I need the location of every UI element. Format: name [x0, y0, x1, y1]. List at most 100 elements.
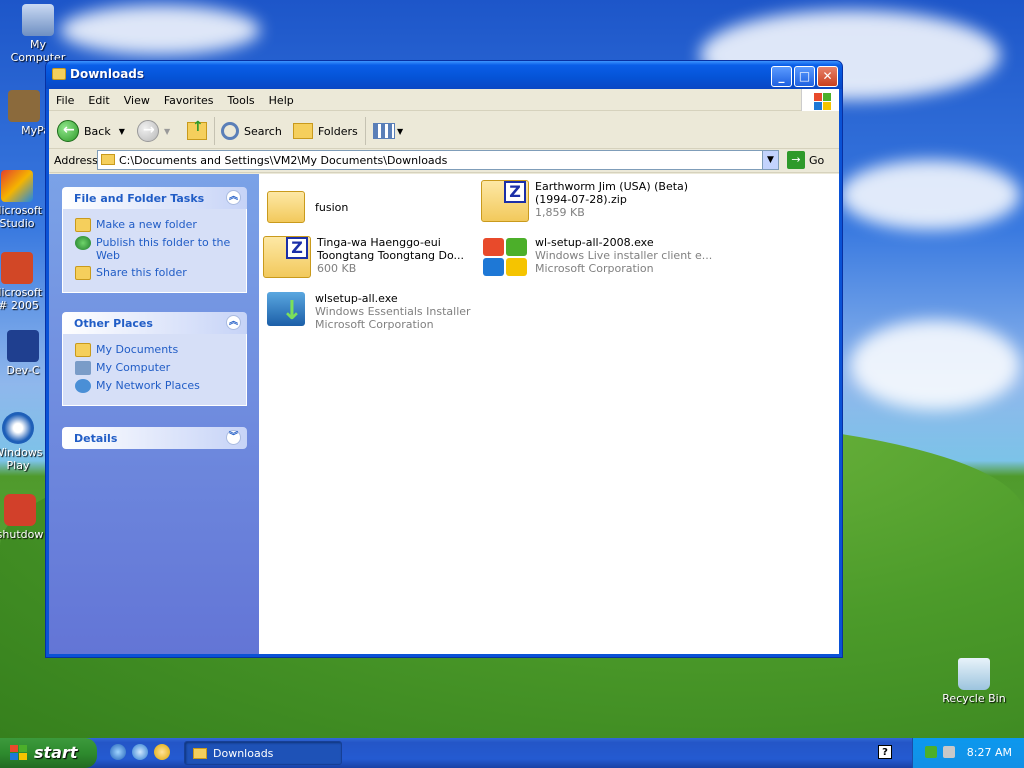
search-icon — [221, 122, 239, 140]
minimize-button[interactable]: _ — [771, 66, 792, 87]
file-item-earthworm-jim[interactable]: Z Earthworm Jim (USA) (Beta) (1994-07-28… — [481, 180, 688, 222]
taskbar: start Downloads ? 8:27 AM — [0, 738, 1024, 768]
place-label: My Computer — [96, 361, 171, 374]
collapse-chevron-icon[interactable]: ︽ — [226, 315, 241, 330]
jsharp-icon — [1, 252, 33, 284]
menu-help[interactable]: Help — [262, 89, 301, 107]
new-folder-icon — [75, 218, 91, 232]
file-name: fusion — [315, 201, 349, 214]
zip-archive-icon: Z — [481, 180, 529, 222]
shutdown-icon — [4, 494, 36, 526]
address-dropdown-button[interactable]: ▼ — [762, 151, 778, 169]
start-button[interactable]: start — [0, 738, 97, 768]
task-label: Downloads — [213, 747, 274, 760]
views-dropdown-icon[interactable]: ▼ — [397, 127, 403, 136]
place-label: My Documents — [96, 343, 179, 356]
media-player-icon — [2, 412, 34, 444]
sky-cloud — [60, 5, 260, 55]
dev-cpp-icon — [7, 330, 39, 362]
clock[interactable]: 8:27 AM — [967, 746, 1012, 759]
windows-flag-icon — [10, 745, 28, 761]
safely-remove-icon[interactable] — [943, 746, 955, 758]
task-make-new-folder[interactable]: Make a new folder — [75, 218, 240, 232]
desktop-icon-my-computer[interactable]: My Computer — [2, 4, 74, 64]
address-input[interactable]: C:\Documents and Settings\VM2\My Documen… — [97, 150, 779, 170]
place-my-network[interactable]: My Network Places — [75, 379, 240, 393]
folder-icon — [101, 154, 115, 165]
folder-icon — [52, 68, 66, 80]
desktop-icon-windows-player[interactable]: Windows Play — [0, 412, 48, 472]
task-share-folder[interactable]: Share this folder — [75, 266, 240, 280]
maximize-button[interactable]: □ — [794, 66, 815, 87]
desktop-icon-ms-jsharp[interactable]: Microsoft J# 2005 — [0, 252, 48, 312]
file-text: Earthworm Jim (USA) (Beta) (1994-07-28).… — [535, 180, 688, 219]
panel-header[interactable]: File and Folder Tasks ︽ — [62, 187, 247, 209]
menu-view[interactable]: View — [117, 89, 157, 107]
back-arrow-icon — [57, 120, 79, 142]
computer-icon — [22, 4, 54, 36]
desktop-icon-ms-studio[interactable]: Microsoft Studio — [0, 170, 48, 230]
toolbar-separator — [214, 117, 215, 145]
file-item-tinga-wa[interactable]: Z Tinga-wa Haenggo-eui Toongtang Toongta… — [263, 236, 464, 278]
toolbar: Back ▼ ▼ ↑ Search Folders ▼ — [49, 111, 839, 149]
place-my-documents[interactable]: My Documents — [75, 343, 240, 357]
collapse-chevron-icon[interactable]: ︽ — [226, 190, 241, 205]
file-name-cont: (1994-07-28).zip — [535, 193, 627, 206]
views-button[interactable]: ▼ — [373, 118, 403, 144]
menu-favorites[interactable]: Favorites — [157, 89, 221, 107]
task-publish-folder[interactable]: Publish this folder to the Web — [75, 236, 240, 262]
panel-body: My Documents My Computer My Network Plac… — [62, 334, 247, 406]
desktop-icon-dev-c[interactable]: Dev-C — [0, 330, 50, 377]
search-label: Search — [244, 124, 282, 138]
my-documents-icon — [75, 343, 91, 357]
back-button[interactable]: Back ▼ — [57, 118, 125, 144]
back-dropdown-icon[interactable]: ▼ — [119, 127, 125, 136]
desktop-icon-shutdown[interactable]: shutdow — [0, 494, 46, 541]
search-button[interactable]: Search — [221, 118, 282, 144]
taskbar-item-downloads[interactable]: Downloads — [184, 741, 342, 765]
folders-button[interactable]: Folders — [293, 118, 358, 144]
address-label: Address — [54, 154, 98, 167]
media-player-icon[interactable] — [154, 744, 170, 760]
panel-header[interactable]: Details ︾ — [62, 427, 247, 449]
close-button[interactable]: ✕ — [817, 66, 838, 87]
other-places-panel: Other Places ︽ My Documents My Computer — [62, 312, 247, 406]
place-my-computer[interactable]: My Computer — [75, 361, 240, 375]
folder-icon — [193, 748, 207, 759]
windows-flag-icon — [801, 89, 839, 111]
globe-icon — [75, 236, 91, 250]
expand-chevron-icon[interactable]: ︾ — [226, 430, 241, 445]
file-size: 1,859 KB — [535, 206, 585, 219]
file-text: wlsetup-all.exe Windows Essentials Insta… — [315, 292, 471, 331]
file-item-wl-setup-2008[interactable]: wl-setup-all-2008.exe Windows Live insta… — [481, 236, 712, 278]
menu-tools[interactable]: Tools — [221, 89, 262, 107]
file-text: Tinga-wa Haenggo-eui Toongtang Toongtang… — [317, 236, 464, 275]
internet-explorer-icon[interactable] — [110, 744, 126, 760]
menu-bar: File Edit View Favorites Tools Help — [49, 89, 839, 111]
shortcut-icon — [8, 90, 40, 122]
network-tray-icon[interactable] — [925, 746, 937, 758]
content-area: File and Folder Tasks ︽ Make a new folde… — [49, 174, 839, 654]
forward-arrow-icon — [137, 120, 159, 142]
file-text: wl-setup-all-2008.exe Windows Live insta… — [535, 236, 712, 275]
desktop-icon-label: shutdow — [0, 528, 44, 541]
file-item-fusion[interactable]: fusion — [267, 186, 348, 223]
forward-button[interactable]: ▼ — [137, 118, 170, 144]
title-bar[interactable]: Downloads _ □ ✕ — [46, 61, 842, 89]
forward-dropdown-icon[interactable]: ▼ — [164, 127, 170, 136]
help-icon[interactable]: ? — [878, 745, 892, 759]
menu-edit[interactable]: Edit — [81, 89, 116, 107]
up-folder-button[interactable]: ↑ — [187, 118, 207, 144]
menu-file[interactable]: File — [49, 89, 81, 107]
go-button[interactable]: → Go — [787, 151, 824, 169]
desktop-icon-recycle-bin[interactable]: Recycle Bin — [938, 658, 1010, 705]
panel-header[interactable]: Other Places ︽ — [62, 312, 247, 334]
outlook-express-icon[interactable] — [132, 744, 148, 760]
explorer-window: Downloads _ □ ✕ File Edit View Favorites Too… — [45, 60, 843, 658]
file-description: Windows Essentials Installer — [315, 305, 471, 318]
computer-icon — [75, 361, 91, 375]
file-text: fusion — [315, 186, 348, 214]
desktop-icon-label: Dev-C — [6, 364, 40, 377]
installer-icon — [267, 292, 305, 326]
file-item-wlsetup-all[interactable]: wlsetup-all.exe Windows Essentials Insta… — [267, 292, 471, 331]
